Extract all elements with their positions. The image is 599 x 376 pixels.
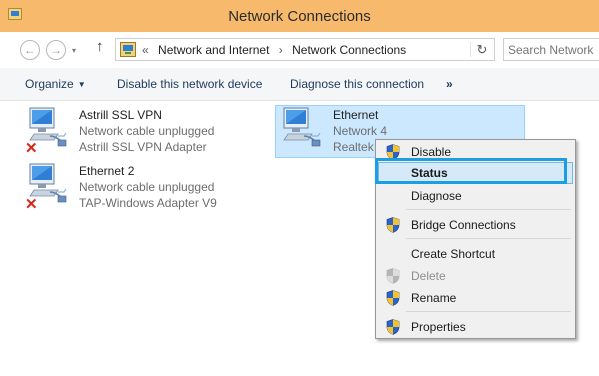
organize-label: Organize [25,77,74,91]
adapter-device: TAP-Windows Adapter V9 [79,196,217,210]
adapter-status: Network cable unplugged [79,124,215,138]
adapter-device: Realtek [333,140,374,154]
title-bar: Network Connections [0,0,599,32]
organize-button[interactable]: Organize ▼ [25,77,86,91]
adapter-status: Network 4 [333,124,388,138]
up-arrow-icon[interactable]: ↑ [96,38,104,55]
menu-separator [406,238,571,239]
address-bar[interactable]: « Network and Internet › Network Connect… [115,38,567,61]
chevron-down-icon: ▼ [77,80,86,89]
uac-shield-icon [386,290,400,306]
menu-item-label: Properties [411,320,466,334]
window-title: Network Connections [228,8,371,25]
back-arrow-icon[interactable]: ← [20,40,40,60]
menu-item-status[interactable]: Status [378,162,573,184]
context-menu: Disable Status Diagnose Bridge Connectio… [375,139,576,339]
command-bar: Organize ▼ Disable this network device Di… [0,68,599,101]
unplugged-x-icon: ✕ [25,140,38,157]
menu-separator [406,209,571,210]
control-panel-icon [120,42,136,57]
adapter-name: Ethernet [333,108,379,122]
refresh-icon[interactable]: ↻ [470,42,493,57]
unplugged-x-icon: ✕ [25,196,38,213]
search-input[interactable] [508,40,598,59]
network-adapter-icon [278,106,324,152]
breadcrumb-network-and-internet[interactable]: Network and Internet [158,43,269,57]
menu-separator [406,311,571,312]
search-box[interactable] [503,38,599,61]
recent-locations-chevron-icon[interactable]: ▾ [72,46,76,55]
menu-item-diagnose[interactable]: Diagnose [378,185,573,207]
menu-item-label: Delete [411,269,446,283]
menu-item-label: Status [411,166,448,180]
disable-device-button[interactable]: Disable this network device [117,77,262,91]
menu-item-properties[interactable]: Properties [378,316,573,338]
menu-item-disable[interactable]: Disable [378,141,573,163]
adapter-device: Astrill SSL VPN Adapter [79,140,207,154]
adapter-status: Network cable unplugged [79,180,215,194]
more-commands-button[interactable]: » [446,77,453,91]
breadcrumb-overflow[interactable]: « [142,43,149,57]
breadcrumb: « Network and Internet › Network Connect… [142,43,412,57]
uac-shield-icon [386,144,400,160]
uac-shield-icon [386,217,400,233]
adapter-name: Astrill SSL VPN [79,108,162,122]
menu-item-create-shortcut[interactable]: Create Shortcut [378,243,573,265]
menu-item-label: Disable [411,145,452,159]
forward-arrow-icon[interactable]: → [46,40,66,60]
menu-item-label: Rename [411,291,457,305]
menu-item-label: Bridge Connections [411,218,516,232]
menu-item-label: Create Shortcut [411,247,496,261]
breadcrumb-separator-icon[interactable]: › [279,43,283,57]
menu-item-delete: Delete [378,265,573,287]
menu-item-bridge-connections[interactable]: Bridge Connections [378,214,573,236]
address-row: ← → ▾ ↑ « Network and Internet › Network… [0,32,599,68]
breadcrumb-network-connections[interactable]: Network Connections [292,43,406,57]
adapter-name: Ethernet 2 [79,164,135,178]
menu-item-rename[interactable]: Rename [378,287,573,309]
menu-item-label: Diagnose [411,189,462,203]
uac-shield-icon [386,268,400,284]
diagnose-connection-button[interactable]: Diagnose this connection [290,77,424,91]
uac-shield-icon [386,319,400,335]
